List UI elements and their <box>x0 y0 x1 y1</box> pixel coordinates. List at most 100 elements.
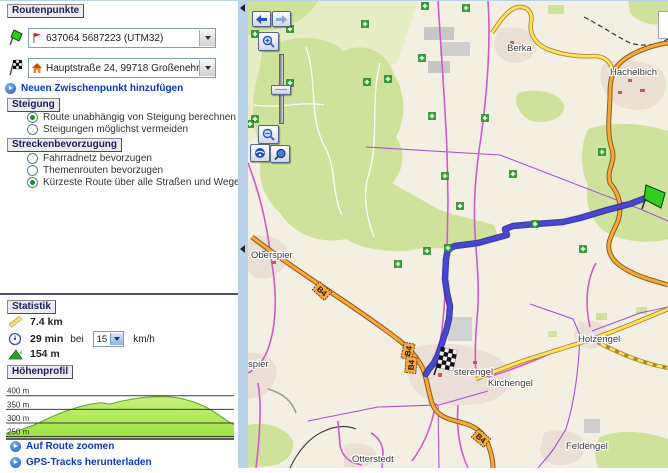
bike-node-marker <box>248 121 254 128</box>
red-flag-icon <box>31 32 43 44</box>
clock-icon <box>8 332 23 346</box>
destination-flag-icon <box>6 58 24 76</box>
ruler-icon <box>8 315 23 329</box>
speed-value: 15 <box>94 334 111 345</box>
map-place-label: Holzengel <box>578 334 620 345</box>
steigung-header: Steigung <box>7 98 60 112</box>
elevation-profile-chart: 400 m350 m300 m250 m <box>6 382 234 440</box>
action-link-label: Auf Route zoomen <box>26 441 114 452</box>
map-place-label: Niederspier <box>248 359 269 370</box>
elevation-ytick-label: 350 m <box>7 400 30 409</box>
destination-value: Hauptstraße 24, 99718 Großenehrich <box>43 63 199 74</box>
collapse-arrow-icon[interactable] <box>240 245 245 253</box>
bike-node-marker <box>429 113 436 120</box>
add-waypoint-link[interactable]: Neuen Zwischenpunkt hinzufügen <box>5 83 183 94</box>
sidebar-divider <box>0 293 238 295</box>
streckenbevorzugung-header: Streckenbevorzugung <box>7 138 122 152</box>
overview-panel-toggle[interactable] <box>658 11 668 39</box>
start-point-value: 637064 5687223 (UTM32) <box>43 33 199 44</box>
radio-option[interactable]: Themenrouten bevorzugen <box>27 165 240 176</box>
action-link-label: GPS-Tracks herunterladen <box>26 457 152 468</box>
map[interactable]: BerkaHachelbichOberspierNiederspierHolze… <box>238 1 668 468</box>
pan-forward-button[interactable] <box>272 11 291 27</box>
radio-option-label: Route unabhängig von Steigung berechnen <box>43 112 236 123</box>
bike-node-marker <box>364 79 371 86</box>
radio-unselected-icon[interactable] <box>27 153 38 164</box>
speed-select[interactable]: 15 <box>93 331 125 347</box>
globe-pan-icon <box>254 147 266 159</box>
duration-row: 29 min bei 15 km/h <box>8 331 155 347</box>
add-waypoint-label: Neuen Zwischenpunkt hinzufügen <box>21 83 183 94</box>
distance-value: 7.4 km <box>30 316 63 328</box>
arrow-right-icon <box>276 15 287 24</box>
map-place-label: Otterstedt <box>352 454 394 465</box>
zoom-in-button[interactable] <box>258 32 279 51</box>
bike-node-marker <box>422 3 429 10</box>
bike-node-marker <box>395 261 402 268</box>
bike-node-marker <box>599 149 606 156</box>
bike-node-marker <box>463 5 470 12</box>
elevation-ytick-label: 300 m <box>7 414 30 423</box>
radio-option-label: Kürzeste Route über alle Straßen und Weg… <box>43 177 240 188</box>
map-place-label: Kirchengel <box>488 378 533 389</box>
zoom-slider-handle[interactable] <box>271 85 291 95</box>
road-badge-b4: B4 <box>405 357 417 374</box>
zoom-out-button[interactable] <box>258 125 279 144</box>
collapse-arrow-icon[interactable] <box>240 4 245 12</box>
radio-option[interactable]: Kürzeste Route über alle Straßen und Weg… <box>27 177 240 188</box>
radio-option[interactable]: Fahrradnetz bevorzugen <box>27 153 240 164</box>
play-icon <box>5 83 16 94</box>
bike-node-marker <box>532 221 539 228</box>
bei-label: bei <box>70 334 83 345</box>
mountain-icon <box>8 347 23 361</box>
box-zoom-button[interactable] <box>270 145 290 163</box>
bike-node-marker <box>510 171 517 178</box>
pan-back-button[interactable] <box>252 11 271 27</box>
map-place-label: Feldengel <box>566 441 608 452</box>
radio-option-label: Steigungen möglichst vermeiden <box>43 124 188 135</box>
bike-node-marker <box>385 76 392 83</box>
sidebar: Routenpunkte 637064 5687223 (UTM32) <box>0 1 238 468</box>
radio-unselected-icon[interactable] <box>27 165 38 176</box>
radio-selected-icon[interactable] <box>27 112 38 123</box>
bike-node-marker <box>580 246 587 253</box>
speed-unit-label: km/h <box>133 334 155 345</box>
bike-node-marker <box>424 248 431 255</box>
route-planner-app: Routenpunkte 637064 5687223 (UTM32) <box>0 0 668 468</box>
bike-node-marker <box>482 115 489 122</box>
zoom-to-route-link[interactable]: Auf Route zoomen <box>10 441 243 452</box>
destination-select[interactable]: Hauptstraße 24, 99718 Großenehrich <box>28 58 216 78</box>
hoehenprofil-header: Höhenprofil <box>7 365 73 379</box>
bike-node-marker <box>362 21 369 28</box>
duration-value: 29 min <box>30 333 63 345</box>
elevation-area <box>6 397 234 440</box>
magnifier-select-icon <box>274 148 287 161</box>
bike-node-marker <box>445 245 452 252</box>
ascent-value: 154 m <box>30 348 60 360</box>
start-dropdown-button[interactable] <box>199 30 215 46</box>
arrow-left-icon <box>256 15 267 24</box>
radio-option-label: Themenrouten bevorzugen <box>43 165 163 176</box>
map-place-label: Oberspier <box>251 250 293 261</box>
start-flag-icon <box>6 28 24 46</box>
destination-dropdown-button[interactable] <box>199 60 215 76</box>
sidebar-collapse-strip[interactable] <box>238 1 248 468</box>
download-gps-tracks-link[interactable]: GPS-Tracks herunterladen <box>10 457 243 468</box>
radio-selected-icon[interactable] <box>27 177 38 188</box>
start-point-select[interactable]: 637064 5687223 (UTM32) <box>28 28 216 48</box>
house-icon <box>31 62 43 74</box>
bike-node-marker <box>457 203 464 210</box>
radio-unselected-icon[interactable] <box>27 124 38 135</box>
radio-option[interactable]: Steigungen möglichst vermeiden <box>27 124 236 135</box>
map-canvas[interactable]: BerkaHachelbichOberspierNiederspierHolze… <box>248 1 668 468</box>
elevation-ytick-label: 250 m <box>7 428 30 437</box>
radio-option[interactable]: Route unabhängig von Steigung berechnen <box>27 112 236 123</box>
distance-row: 7.4 km <box>8 315 63 329</box>
pan-mode-button[interactable] <box>250 144 270 162</box>
map-place-label: Berka <box>507 43 533 54</box>
play-icon <box>10 457 21 468</box>
magnifier-plus-icon <box>262 35 275 48</box>
speed-select-arrow[interactable] <box>110 333 123 345</box>
magnifier-minus-icon <box>262 128 275 141</box>
radio-option-label: Fahrradnetz bevorzugen <box>43 153 152 164</box>
